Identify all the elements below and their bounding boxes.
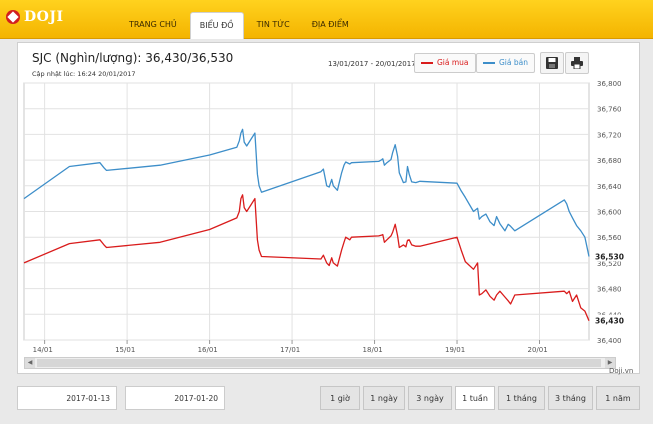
series-lines [23, 128, 590, 321]
range-3-day-button[interactable]: 3 ngày [408, 386, 452, 410]
x-tick-label: 18/01 [363, 346, 383, 354]
y-tick-label: 36,800 [597, 80, 622, 88]
y-tick-label: 36,720 [597, 131, 622, 139]
x-tick-label: 14/01 [33, 346, 53, 354]
nav-chart[interactable]: BIỂU ĐỒ [189, 12, 244, 39]
scroll-thumb[interactable] [37, 359, 601, 367]
y-tick-label: 36,640 [597, 183, 622, 191]
chart-scrollbar[interactable]: ◀ ▶ [24, 357, 616, 369]
range-1-year-button[interactable]: 1 năm [596, 386, 640, 410]
y-tick-label: 36,760 [597, 106, 622, 114]
scroll-left-arrow[interactable]: ◀ [25, 358, 35, 368]
last-sell-label: 36,530 [595, 252, 624, 261]
range-1-month-button[interactable]: 1 tháng [498, 386, 545, 410]
x-tick-label: 20/01 [528, 346, 548, 354]
credit-text: Doji.vn [609, 367, 634, 375]
x-tick-label: 19/01 [445, 346, 465, 354]
range-1-week-button[interactable]: 1 tuần [455, 386, 495, 410]
x-tick-label: 17/01 [280, 346, 300, 354]
y-tick-label: 36,400 [597, 337, 622, 345]
date-to-input[interactable]: 2017-01-20 [125, 386, 225, 410]
logo-text: DOJI [24, 9, 64, 25]
date-from-input[interactable]: 2017-01-13 [17, 386, 117, 410]
range-3-month-button[interactable]: 3 tháng [548, 386, 593, 410]
buy-price-line [23, 194, 590, 321]
y-axis-ticks: 36,800 36,760 36,720 36,680 36,640 36,600 36,5… [597, 80, 622, 345]
nav-news[interactable]: TIN TỨC [248, 12, 299, 38]
last-buy-label: 36,430 [595, 317, 624, 326]
y-tick-label: 36,560 [597, 234, 622, 242]
main-nav: TRANG CHỦ BIỂU ĐỒ TIN TỨC ĐỊA ĐIỂM [120, 12, 362, 39]
y-tick-label: 36,600 [597, 209, 622, 217]
chart-panel: SJC (Nghìn/lượng): 36,430/36,530 Cập nhậ… [17, 42, 640, 375]
price-chart: 14/01 15/01 16/01 17/01 18/01 19/01 20/01 36,8… [23, 80, 624, 354]
nav-home[interactable]: TRANG CHỦ [120, 12, 186, 38]
chart-grid [23, 82, 590, 344]
nav-locations[interactable]: ĐỊA ĐIỂM [303, 12, 358, 38]
top-bar: DOJI TRANG CHỦ BIỂU ĐỒ TIN TỨC ĐỊA ĐIỂM [0, 0, 653, 39]
x-tick-label: 16/01 [198, 346, 218, 354]
y-tick-label: 36,480 [597, 286, 622, 294]
y-tick-label: 36,680 [597, 157, 622, 165]
x-tick-label: 15/01 [115, 346, 135, 354]
doji-logo-mark-icon [6, 10, 20, 24]
range-1-hour-button[interactable]: 1 giờ [320, 386, 360, 410]
range-1-day-button[interactable]: 1 ngày [363, 386, 405, 410]
x-axis-ticks: 14/01 15/01 16/01 17/01 18/01 19/01 20/01 [33, 346, 548, 354]
doji-logo[interactable]: DOJI [6, 9, 64, 25]
